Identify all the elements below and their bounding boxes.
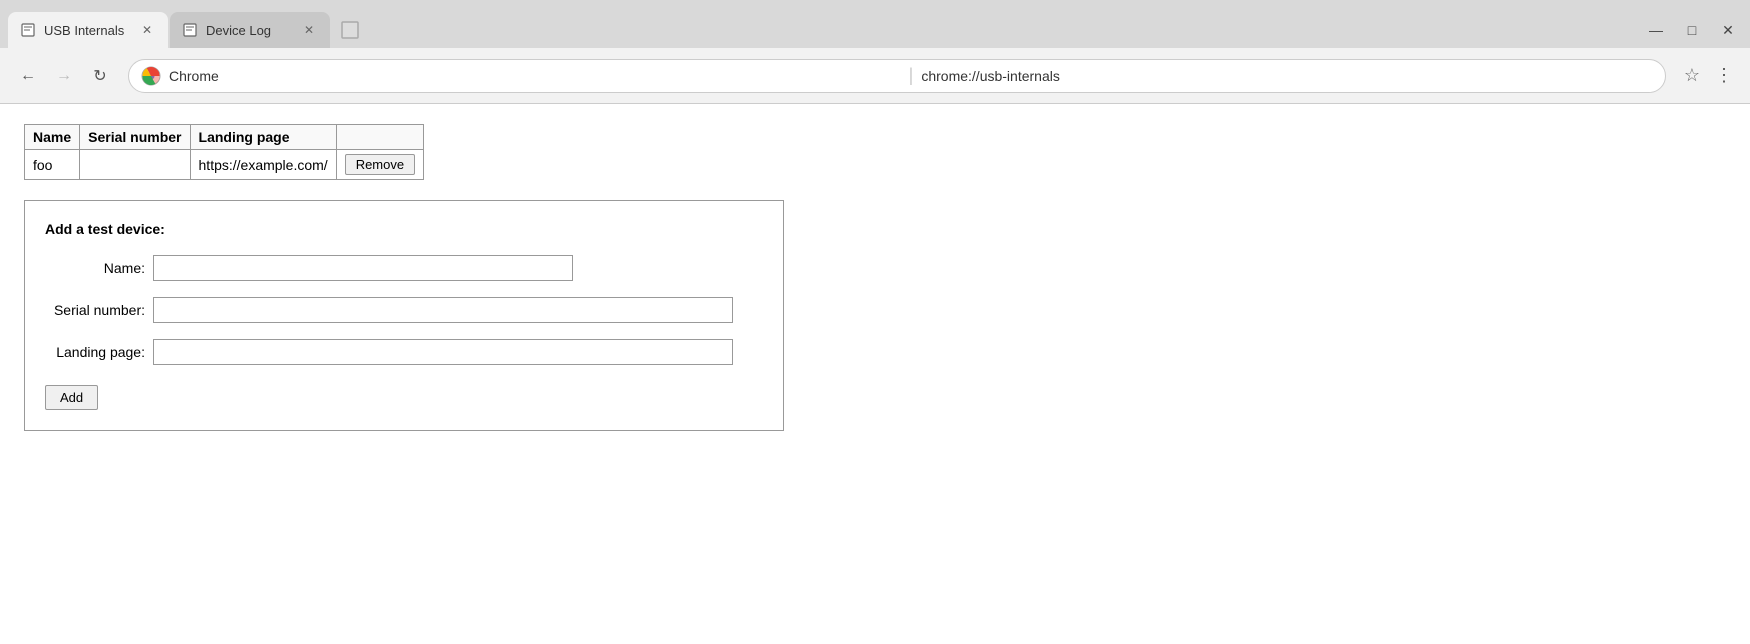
tab-icon-usb: [20, 22, 36, 38]
maximize-button[interactable]: □: [1678, 18, 1706, 42]
name-input[interactable]: [153, 255, 573, 281]
name-label: Name:: [45, 260, 145, 276]
page-content: Name Serial number Landing page foo http…: [0, 104, 1750, 644]
address-url: chrome://usb-internals: [921, 68, 1653, 84]
tab-device-log[interactable]: Device Log ✕: [170, 12, 330, 48]
landing-row: Landing page:: [45, 339, 763, 365]
add-device-title: Add a test device:: [45, 221, 763, 237]
tab-device-log-close[interactable]: ✕: [300, 21, 318, 39]
nav-bar: ← → ↻ Chrome | chrome://usb-internals ☆ …: [0, 48, 1750, 104]
device-table: Name Serial number Landing page foo http…: [24, 124, 424, 180]
col-header-action: [336, 125, 423, 150]
col-header-serial: Serial number: [80, 125, 190, 150]
tab-usb-internals-close[interactable]: ✕: [138, 21, 156, 39]
new-tab-button[interactable]: [334, 14, 366, 46]
back-button[interactable]: ←: [12, 60, 44, 92]
table-header-row: Name Serial number Landing page: [25, 125, 424, 150]
add-device-section: Add a test device: Name: Serial number: …: [24, 200, 784, 431]
col-header-name: Name: [25, 125, 80, 150]
chrome-logo-icon: [141, 66, 161, 86]
serial-number-input[interactable]: [153, 297, 733, 323]
tab-device-log-label: Device Log: [206, 23, 292, 38]
landing-label: Landing page:: [45, 344, 145, 360]
cell-action: Remove: [336, 150, 423, 180]
table-row: foo https://example.com/ Remove: [25, 150, 424, 180]
close-button[interactable]: ✕: [1714, 18, 1742, 42]
landing-page-input[interactable]: [153, 339, 733, 365]
tab-usb-internals[interactable]: USB Internals ✕: [8, 12, 168, 48]
tab-usb-internals-label: USB Internals: [44, 23, 130, 38]
serial-label: Serial number:: [45, 302, 145, 318]
bookmark-button[interactable]: ☆: [1678, 62, 1706, 90]
title-bar: USB Internals ✕ Device Log ✕ — □ ✕: [0, 0, 1750, 48]
tab-icon-device-log: [182, 22, 198, 38]
address-brand: Chrome: [169, 68, 901, 84]
address-separator: |: [909, 65, 914, 86]
minimize-button[interactable]: —: [1642, 18, 1670, 42]
window-controls: — □ ✕: [1642, 18, 1742, 42]
col-header-landing: Landing page: [190, 125, 336, 150]
chrome-menu-button[interactable]: ⋮: [1710, 62, 1738, 90]
cell-name: foo: [25, 150, 80, 180]
remove-button[interactable]: Remove: [345, 154, 415, 175]
serial-row: Serial number:: [45, 297, 763, 323]
reload-button[interactable]: ↻: [84, 60, 116, 92]
cell-landing: https://example.com/: [190, 150, 336, 180]
forward-button[interactable]: →: [48, 60, 80, 92]
address-bar[interactable]: Chrome | chrome://usb-internals: [128, 59, 1666, 93]
cell-serial: [80, 150, 190, 180]
add-button[interactable]: Add: [45, 385, 98, 410]
name-row: Name:: [45, 255, 763, 281]
